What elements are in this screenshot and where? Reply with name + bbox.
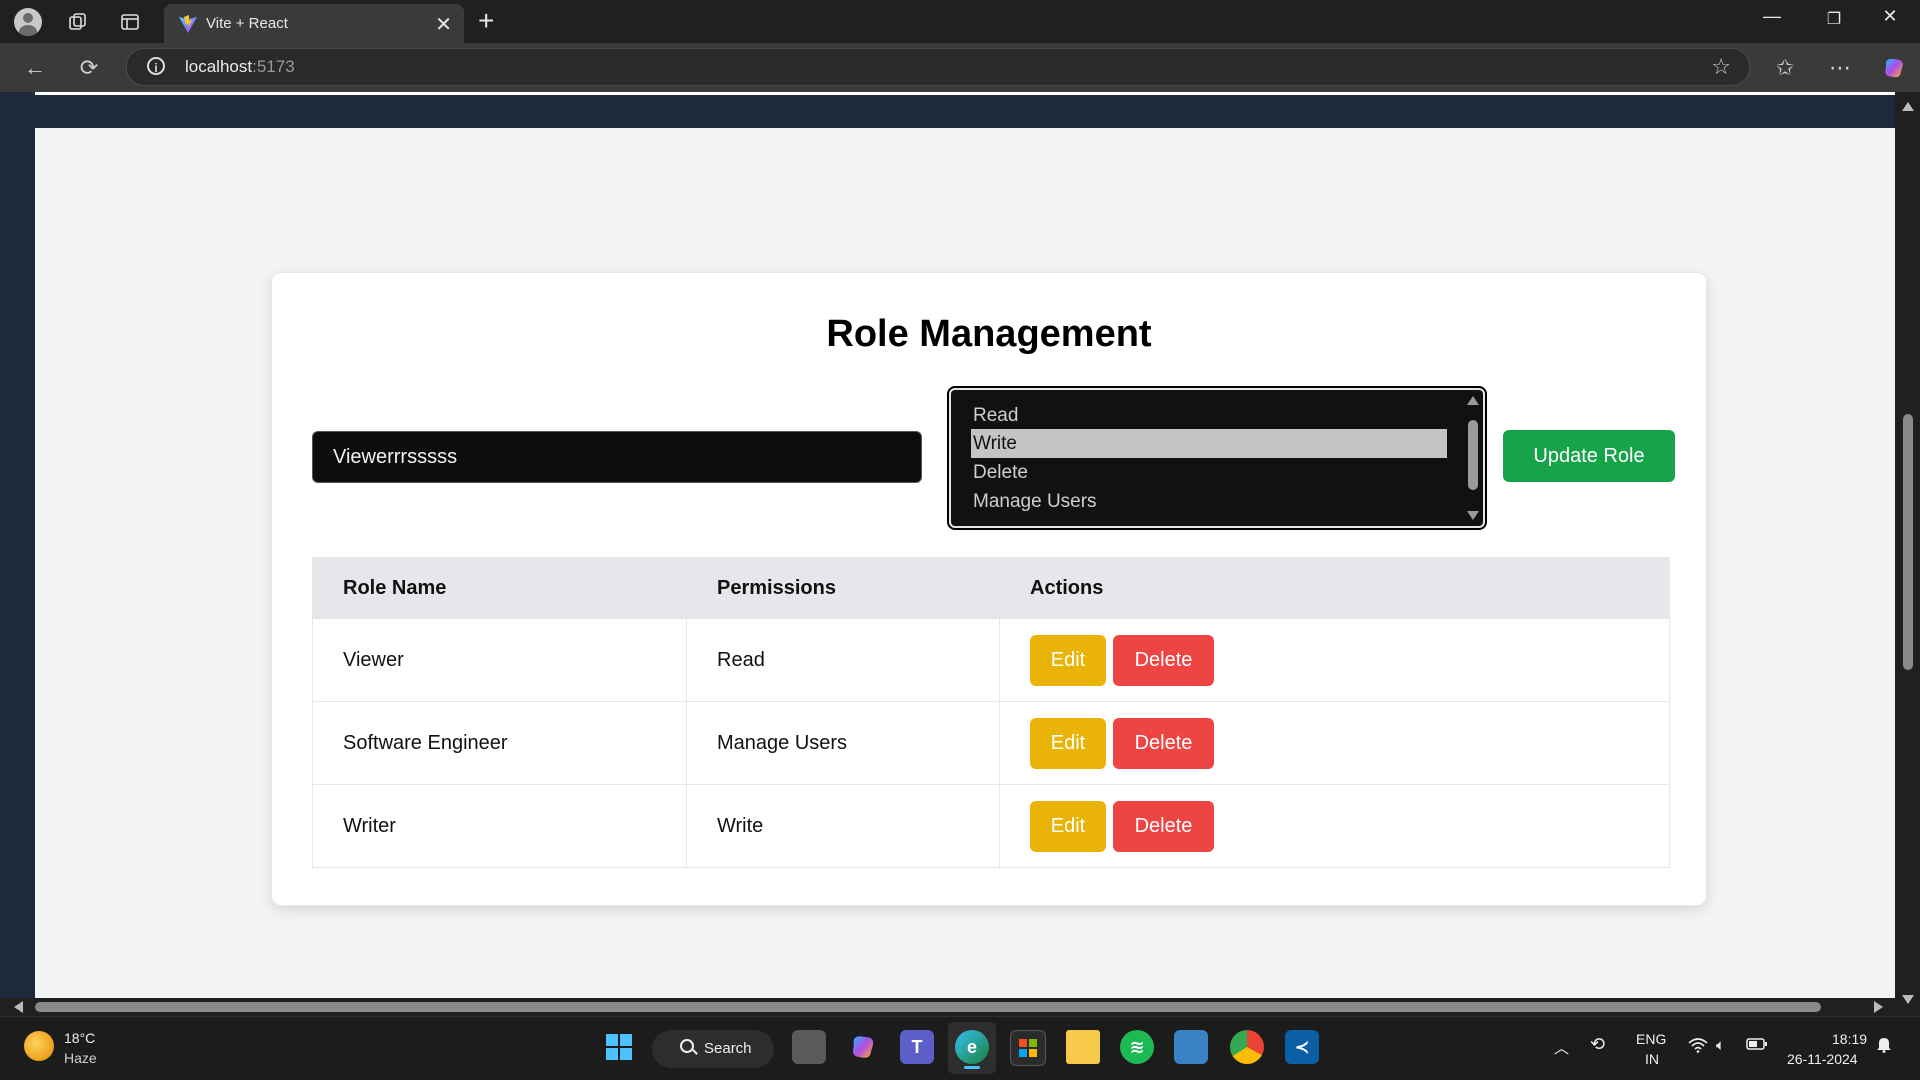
remote-desktop-icon[interactable]: [1174, 1030, 1208, 1064]
notification-bell-icon[interactable]: [1876, 1035, 1892, 1057]
active-browser-tab[interactable]: Vite + React ✕: [164, 4, 464, 43]
header-role-name: Role Name: [312, 557, 687, 619]
region-indicator[interactable]: IN: [1645, 1051, 1659, 1067]
delete-button[interactable]: Delete: [1113, 634, 1214, 686]
scroll-down-icon[interactable]: [1467, 511, 1479, 520]
search-label: Search: [704, 1040, 752, 1057]
profile-avatar-icon[interactable]: [14, 8, 42, 36]
roles-table: Role Name Permissions Actions Viewer Rea…: [312, 557, 1670, 868]
page-top-edge: [35, 92, 1895, 95]
vite-logo-icon: [179, 15, 197, 33]
taskbar-search[interactable]: Search: [652, 1030, 774, 1068]
actions-cell: Edit Delete: [999, 784, 1670, 868]
role-management-card: Role Management Read Write Delete Manage…: [271, 272, 1707, 906]
weather-icon[interactable]: [24, 1031, 54, 1061]
table-row: Software Engineer Manage Users Edit Delet…: [312, 701, 1670, 785]
scroll-down-icon[interactable]: [1902, 995, 1914, 1004]
browser-viewport: Role Management Read Write Delete Manage…: [0, 92, 1920, 1016]
back-icon[interactable]: ←: [20, 53, 50, 83]
browser-title-bar: Vite + React ✕ + — ❐ ✕: [0, 0, 1920, 43]
teams-icon[interactable]: T: [900, 1030, 934, 1064]
delete-button[interactable]: Delete: [1113, 717, 1214, 769]
header-actions: Actions: [999, 557, 1670, 619]
search-icon: [680, 1039, 694, 1053]
page-vertical-scrollbar[interactable]: [1895, 92, 1920, 1016]
permissions-cell: Read: [686, 618, 1000, 702]
scroll-up-icon[interactable]: [1902, 102, 1914, 111]
more-menu-icon[interactable]: ⋯: [1825, 53, 1855, 83]
start-icon[interactable]: [602, 1030, 636, 1064]
vscode-icon[interactable]: ≺: [1285, 1030, 1319, 1064]
chrome-icon[interactable]: [1230, 1030, 1264, 1064]
site-info-icon[interactable]: i: [147, 57, 165, 75]
role-name-cell: Software Engineer: [312, 701, 687, 785]
weather-temperature[interactable]: 18°C: [64, 1030, 95, 1046]
clock-time[interactable]: 18:19: [1832, 1031, 1867, 1047]
table-row: Writer Write Edit Delete: [312, 784, 1670, 868]
vertical-tabs-icon[interactable]: [116, 8, 144, 36]
url-text[interactable]: localhost:5173: [185, 57, 295, 77]
permission-option-read[interactable]: Read: [971, 401, 1447, 430]
table-header-row: Role Name Permissions Actions: [312, 557, 1670, 619]
scroll-right-icon[interactable]: [1874, 1001, 1883, 1013]
close-tab-icon[interactable]: ✕: [435, 12, 452, 37]
delete-button[interactable]: Delete: [1113, 800, 1214, 852]
scroll-up-icon[interactable]: [1467, 396, 1479, 405]
new-tab-icon[interactable]: +: [478, 5, 494, 37]
copilot-icon[interactable]: [1879, 53, 1909, 83]
header-permissions: Permissions: [686, 557, 1000, 619]
permission-option-write[interactable]: Write: [971, 429, 1447, 458]
copilot-taskbar-icon[interactable]: [846, 1030, 880, 1064]
volume-icon[interactable]: 🔈︎: [1716, 1037, 1725, 1054]
horizontal-scroll-thumb[interactable]: [35, 1002, 1821, 1012]
scroll-left-icon[interactable]: [14, 1001, 23, 1013]
clock-date[interactable]: 26-11-2024: [1787, 1051, 1858, 1067]
page-horizontal-scrollbar[interactable]: [0, 998, 1895, 1016]
permission-option-delete[interactable]: Delete: [971, 458, 1447, 487]
edit-button[interactable]: Edit: [1030, 634, 1106, 686]
windows-taskbar: 18°C Haze Search T e ≋ ≺ ︿ ⟲ ENG IN 🔈︎ 1…: [0, 1016, 1920, 1080]
permissions-scrollbar[interactable]: [1467, 396, 1479, 520]
weather-condition[interactable]: Haze: [64, 1050, 97, 1066]
favorite-star-icon[interactable]: ☆: [1711, 54, 1731, 80]
scroll-thumb[interactable]: [1468, 420, 1478, 490]
favorites-icon[interactable]: ✩: [1770, 53, 1800, 83]
file-explorer-icon[interactable]: [1066, 1030, 1100, 1064]
actions-cell: Edit Delete: [999, 701, 1670, 785]
permissions-multiselect[interactable]: Read Write Delete Manage Users: [947, 386, 1487, 530]
reload-icon[interactable]: ⟳: [74, 53, 104, 83]
address-bar[interactable]: i localhost:5173 ☆: [126, 48, 1750, 86]
language-indicator[interactable]: ENG: [1636, 1031, 1666, 1047]
browser-toolbar: ← ⟳ i localhost:5173 ☆ ✩ ⋯: [0, 43, 1920, 92]
page-title: Role Management: [826, 313, 1152, 355]
edit-button[interactable]: Edit: [1030, 800, 1106, 852]
sync-icon[interactable]: ⟲: [1590, 1034, 1605, 1055]
battery-icon[interactable]: [1746, 1037, 1768, 1055]
wifi-icon[interactable]: [1688, 1037, 1708, 1057]
role-name-input[interactable]: [312, 431, 922, 483]
task-view-icon[interactable]: [792, 1030, 826, 1064]
role-name-cell: Viewer: [312, 618, 687, 702]
edge-icon[interactable]: e: [955, 1030, 989, 1064]
vertical-scroll-thumb[interactable]: [1903, 414, 1913, 670]
store-icon[interactable]: [1010, 1030, 1046, 1066]
permissions-cell: Manage Users: [686, 701, 1000, 785]
table-row: Viewer Read Edit Delete: [312, 618, 1670, 702]
tab-title: Vite + React: [206, 15, 288, 32]
update-role-button[interactable]: Update Role: [1503, 430, 1675, 482]
actions-cell: Edit Delete: [999, 618, 1670, 702]
permission-option-manage-users[interactable]: Manage Users: [971, 487, 1447, 516]
permissions-cell: Write: [686, 784, 1000, 868]
edit-button[interactable]: Edit: [1030, 717, 1106, 769]
show-hidden-icons-chevron-icon[interactable]: ︿: [1554, 1037, 1569, 1058]
role-name-cell: Writer: [312, 784, 687, 868]
close-window-icon[interactable]: ✕: [1870, 6, 1910, 27]
minimize-icon[interactable]: —: [1752, 6, 1792, 27]
spotify-icon[interactable]: ≋: [1120, 1030, 1154, 1064]
restore-icon[interactable]: ❐: [1814, 9, 1854, 29]
page-content: Role Management Read Write Delete Manage…: [35, 128, 1895, 998]
workspaces-icon[interactable]: [64, 8, 92, 36]
